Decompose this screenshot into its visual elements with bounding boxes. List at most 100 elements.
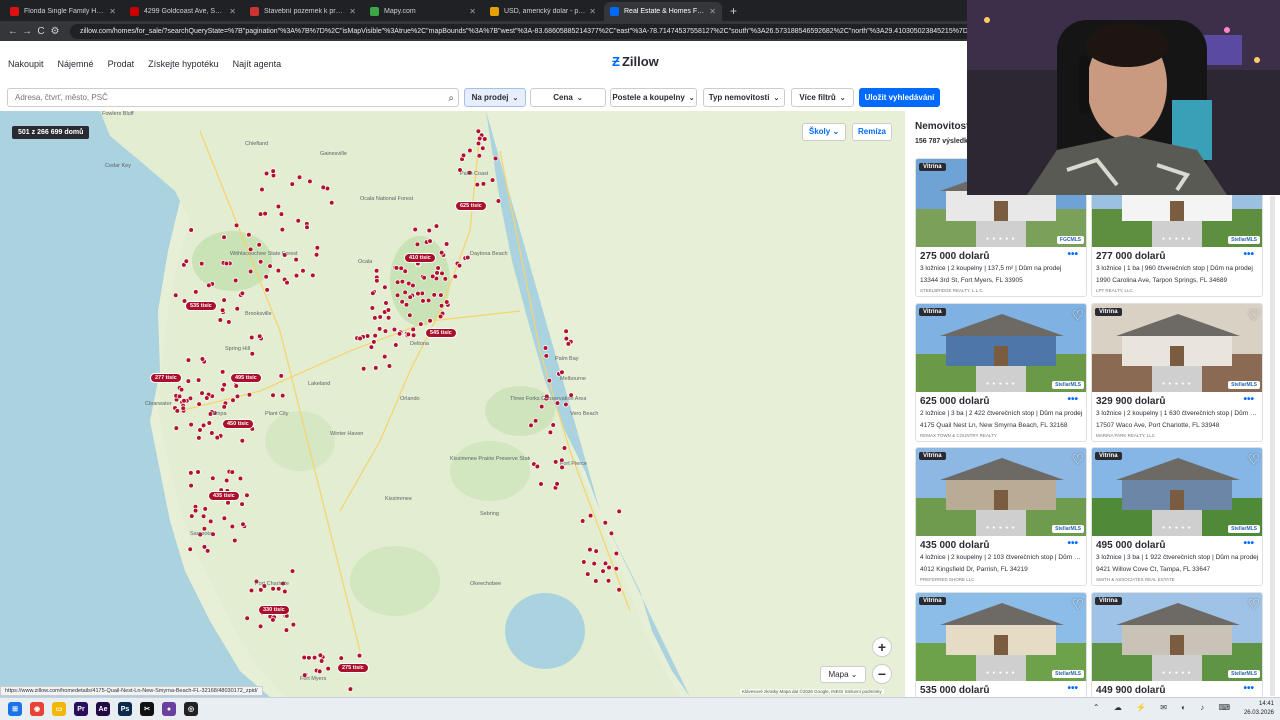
more-filters-button[interactable]: Více filtrů ⌄	[791, 88, 854, 107]
obs-icon[interactable]: ◎	[184, 702, 198, 716]
start-icon[interactable]: ⊞	[8, 702, 22, 716]
nav-link[interactable]: Najít agenta	[233, 59, 282, 69]
listing-card[interactable]: Vitrína ♡ ● ● ● ● ● StellarMLS 495 000 dolar…	[1091, 447, 1263, 586]
browser-tab[interactable]: Mapy.com ✕	[364, 2, 482, 21]
more-options-icon[interactable]: •••	[1067, 538, 1078, 549]
zoom-in-button[interactable]: +	[872, 637, 892, 657]
heart-icon[interactable]: ♡	[1071, 451, 1084, 468]
listing-card[interactable]: Vitrína ♡ ● ● ● ● ● StellarMLS 535 000 dolar…	[915, 592, 1087, 697]
forward-button[interactable]: →	[20, 26, 34, 37]
map-area[interactable]: Fowlers Bluff Cedar Key Chiefland Gainesvil…	[0, 111, 905, 697]
listing-facts: 2 ložnice | 3 ba | 2 422 čtverečních sto…	[920, 410, 1083, 417]
listing-card[interactable]: Vitrína ♡ ● ● ● ● ● StellarMLS 625 000 dolar…	[915, 303, 1087, 442]
price-pin[interactable]: 275 tisíc	[337, 663, 369, 673]
photoshop-icon[interactable]: Ps	[118, 702, 132, 716]
price-pin[interactable]: 625 tisíc	[455, 201, 487, 211]
listing-address[interactable]: 9421 Willow Cove Ct, Tampa, FL 33647	[1096, 566, 1260, 573]
carousel-dots[interactable]: ● ● ● ● ●	[1162, 670, 1192, 676]
price-pin[interactable]: 410 tisíc	[404, 253, 436, 263]
carousel-dots[interactable]: ● ● ● ● ●	[1162, 381, 1192, 387]
listing-photo[interactable]: Vitrína ♡ ● ● ● ● ● StellarMLS	[916, 304, 1086, 392]
browser-tab[interactable]: Florida Single Family Homes fo ✕	[4, 2, 122, 21]
carousel-dots[interactable]: ● ● ● ● ●	[1162, 236, 1192, 242]
listing-photo[interactable]: Vitrína ♡ ● ● ● ● ● StellarMLS	[1092, 593, 1262, 681]
heart-icon[interactable]: ♡	[1247, 307, 1260, 324]
premiere-icon[interactable]: Pr	[74, 702, 88, 716]
davinci-icon[interactable]: ●	[162, 702, 176, 716]
tray-clock[interactable]: 14:41 26.03.2026	[1244, 700, 1274, 718]
site-info-icon[interactable]: ⚙	[48, 26, 62, 37]
search-icon[interactable]: ⌕	[448, 90, 454, 107]
new-tab-button[interactable]: +	[724, 2, 743, 21]
listing-address[interactable]: 4175 Quail Nest Ln, New Smyrna Beach, FL…	[920, 422, 1084, 429]
price-pin[interactable]: 450 tisíc	[222, 419, 254, 429]
nav-link[interactable]: Získejte hypotéku	[148, 59, 219, 69]
zillow-logo[interactable]: Ƶ Zillow	[612, 54, 659, 69]
carousel-dots[interactable]: ● ● ● ● ●	[986, 236, 1016, 242]
listing-card[interactable]: Vitrína ♡ ● ● ● ● ● StellarMLS 329 900 dolar…	[1091, 303, 1263, 442]
price-pin[interactable]: 277 tisíc	[150, 373, 182, 383]
browser-tab[interactable]: USD, americký dolar - převod n ✕	[484, 2, 602, 21]
more-options-icon[interactable]: •••	[1067, 394, 1078, 405]
map-type-button[interactable]: Mapa ⌄	[820, 666, 866, 683]
carousel-dots[interactable]: ● ● ● ● ●	[986, 381, 1016, 387]
listing-address[interactable]: 1990 Carolina Ave, Tarpon Springs, FL 34…	[1096, 277, 1260, 284]
close-icon[interactable]: ✕	[349, 7, 356, 16]
nav-link[interactable]: Nájemné	[58, 59, 94, 69]
for-sale-filter[interactable]: Na prodej ⌄	[464, 88, 526, 107]
listing-photo[interactable]: Vitrína ♡ ● ● ● ● ● StellarMLS	[1092, 304, 1262, 392]
close-icon[interactable]: ✕	[469, 7, 476, 16]
listing-photo[interactable]: Vitrína ♡ ● ● ● ● ● StellarMLS	[916, 593, 1086, 681]
browser-tab[interactable]: 4299 Goldcoast Ave, Spring Hil ✕	[124, 2, 242, 21]
heart-icon[interactable]: ♡	[1071, 596, 1084, 613]
tray-icons[interactable]: ⌃ ☁ ⚡ ✉ ◐ ♪ ⌨	[1093, 703, 1236, 712]
browser-tab[interactable]: Stavební pozemek k prodeji Pe ✕	[244, 2, 362, 21]
listing-photo[interactable]: Vitrína ♡ ● ● ● ● ● StellarMLS	[1092, 448, 1262, 536]
price-pin[interactable]: 535 tisíc	[185, 301, 217, 311]
zoom-out-button[interactable]: −	[872, 664, 892, 684]
more-options-icon[interactable]: •••	[1067, 249, 1078, 260]
schools-button[interactable]: Školy ⌄	[802, 123, 846, 141]
explorer-icon[interactable]: ▭	[52, 702, 66, 716]
listing-address[interactable]: 4012 Kingsfield Dr, Parrish, FL 34219	[920, 566, 1084, 573]
listing-address[interactable]: 13344 3rd St, Fort Myers, FL 33905	[920, 277, 1084, 284]
more-options-icon[interactable]: •••	[1243, 538, 1254, 549]
capcut-icon[interactable]: ✂	[140, 702, 154, 716]
home-type-filter[interactable]: Typ nemovitosti ⌄	[703, 88, 785, 107]
listing-photo[interactable]: Vitrína ♡ ● ● ● ● ● StellarMLS	[916, 448, 1086, 536]
heart-icon[interactable]: ♡	[1071, 307, 1084, 324]
close-icon[interactable]: ✕	[109, 7, 116, 16]
close-icon[interactable]: ✕	[229, 7, 236, 16]
listing-scrollbar[interactable]	[1270, 196, 1275, 696]
listing-card[interactable]: Vitrína ♡ ● ● ● ● ● StellarMLS 435 000 dolar…	[915, 447, 1087, 586]
beds-baths-filter[interactable]: Postele a koupelny ⌄	[610, 88, 697, 107]
price-pin[interactable]: 330 tisíc	[258, 605, 290, 615]
close-icon[interactable]: ✕	[589, 7, 596, 16]
more-options-icon[interactable]: •••	[1243, 249, 1254, 260]
price-pin[interactable]: 545 tisíc	[425, 328, 457, 338]
carousel-dots[interactable]: ● ● ● ● ●	[986, 670, 1016, 676]
heart-icon[interactable]: ♡	[1247, 451, 1260, 468]
more-options-icon[interactable]: •••	[1243, 394, 1254, 405]
chrome-icon[interactable]: ◉	[30, 702, 44, 716]
reload-button[interactable]: C	[34, 26, 48, 37]
price-filter[interactable]: Cena ⌄	[530, 88, 606, 107]
more-options-icon[interactable]: •••	[1067, 683, 1078, 694]
back-button[interactable]: ←	[6, 26, 20, 37]
carousel-dots[interactable]: ● ● ● ● ●	[1162, 525, 1192, 531]
draw-button[interactable]: Remíza	[852, 123, 892, 141]
listing-card[interactable]: Vitrína ♡ ● ● ● ● ● StellarMLS 449 900 dolar…	[1091, 592, 1263, 697]
search-input[interactable]: Adresa, čtvrť, město, PSČ ⌕	[7, 88, 459, 107]
heart-icon[interactable]: ♡	[1247, 596, 1260, 613]
nav-link[interactable]: Prodat	[108, 59, 135, 69]
carousel-dots[interactable]: ● ● ● ● ●	[986, 525, 1016, 531]
close-icon[interactable]: ✕	[709, 7, 716, 16]
listing-address[interactable]: 17507 Waco Ave, Port Charlotte, FL 33948	[1096, 422, 1260, 429]
after-effects-icon[interactable]: Ae	[96, 702, 110, 716]
nav-link[interactable]: Nakoupit	[8, 59, 44, 69]
price-pin[interactable]: 435 tisíc	[208, 491, 240, 501]
price-pin[interactable]: 495 tisíc	[230, 373, 262, 383]
more-options-icon[interactable]: •••	[1243, 683, 1254, 694]
browser-tab[interactable]: Real Estate & Homes For Sale ✕	[604, 2, 722, 21]
save-search-button[interactable]: Uložit vyhledávání	[859, 88, 940, 107]
